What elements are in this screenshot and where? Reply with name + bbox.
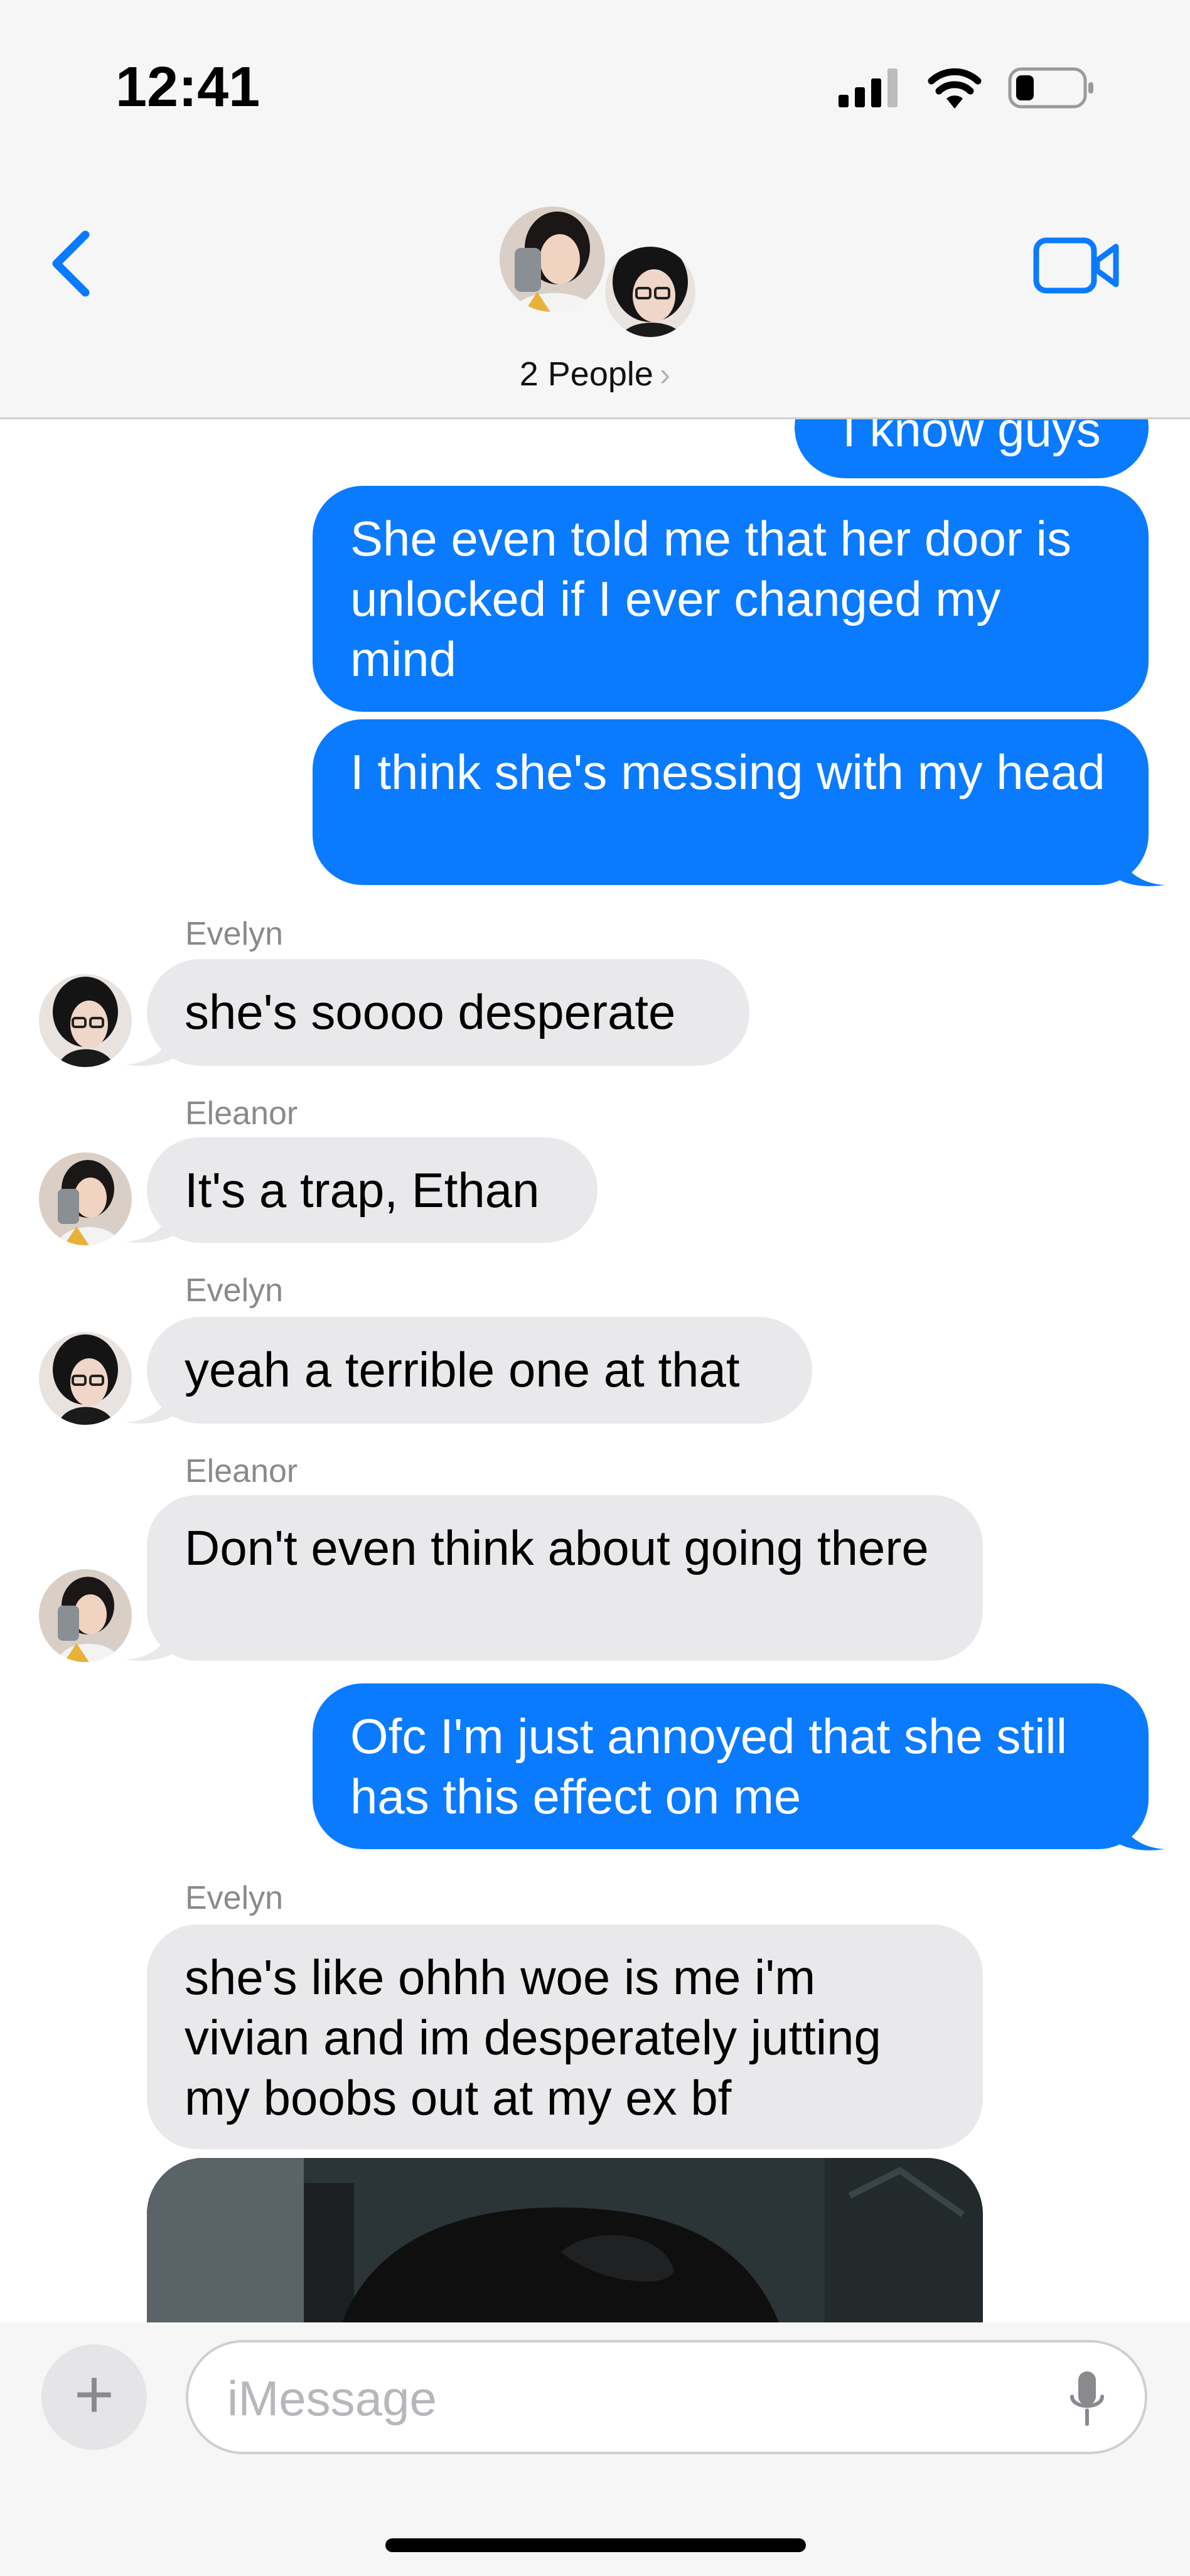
message-bubble-incoming[interactable]: she's soooo desperate	[147, 959, 749, 1066]
message-bubble-outgoing[interactable]: She even told me that her door is unlock…	[313, 486, 1149, 712]
message-text: Ofc I'm just annoyed that she still has …	[350, 1709, 1068, 1824]
people-count-label: 2 People	[519, 355, 653, 393]
message-input[interactable]: iMessage	[186, 2340, 1147, 2454]
sender-name: Eleanor	[185, 1095, 298, 1132]
back-chevron-icon[interactable]	[44, 226, 100, 301]
conversation-header: 12:41 2 People ›	[0, 0, 1190, 419]
sender-name: Evelyn	[185, 1272, 284, 1309]
message-bubble-outgoing[interactable]: Ofc I'm just annoyed that she still has …	[313, 1683, 1149, 1849]
sender-name: Evelyn	[185, 1880, 284, 1916]
wifi-icon	[928, 68, 982, 109]
group-avatars[interactable]	[496, 204, 703, 342]
bubble-tail	[1117, 1811, 1165, 1850]
message-text: she's like ohhh woe is me i'm vivian and…	[185, 1950, 881, 2125]
chevron-right-icon: ›	[659, 357, 671, 393]
message-text: She even told me that her door is unlock…	[350, 511, 1072, 687]
sender-name: Evelyn	[185, 916, 284, 952]
message-text: she's soooo desperate	[185, 984, 676, 1039]
photo-attachment[interactable]	[147, 2158, 983, 2346]
message-text: I think she's messing with my head	[350, 744, 1105, 800]
bubble-tail	[126, 1027, 173, 1066]
message-input-placeholder: iMessage	[227, 2371, 437, 2426]
message-text: It's a trap, Ethan	[185, 1162, 540, 1218]
avatar-eleanor[interactable]	[39, 1152, 132, 1245]
bubble-tail	[126, 1622, 173, 1661]
plus-icon: +	[73, 2356, 115, 2433]
message-text: yeah a terrible one at that	[185, 1342, 740, 1397]
message-bubble-incoming[interactable]: It's a trap, Ethan	[147, 1137, 598, 1243]
signal-icon	[839, 68, 898, 107]
message-bubble-incoming[interactable]: yeah a terrible one at that	[147, 1317, 812, 1424]
composer-bar: + iMessage	[0, 2322, 1190, 2576]
avatar-evelyn[interactable]	[39, 1332, 132, 1425]
home-indicator[interactable]	[385, 2538, 806, 2552]
bubble-tail	[126, 1385, 173, 1424]
message-text: Don't even think about going there	[185, 1520, 929, 1575]
message-bubble-outgoing[interactable]: I think she's messing with my head	[313, 719, 1149, 885]
group-people-label[interactable]: 2 People ›	[0, 355, 1190, 394]
sender-name: Eleanor	[185, 1453, 298, 1489]
video-camera-icon[interactable]	[1033, 235, 1121, 295]
status-time: 12:41	[115, 56, 260, 119]
avatar-evelyn[interactable]	[39, 974, 132, 1067]
plus-button[interactable]: +	[41, 2344, 147, 2450]
message-bubble-incoming[interactable]: Don't even think about going there	[147, 1495, 983, 1661]
avatar-eleanor[interactable]	[39, 1569, 132, 1662]
message-bubble-incoming[interactable]: she's like ohhh woe is me i'm vivian and…	[147, 1924, 983, 2149]
status-icons	[839, 63, 1096, 113]
bubble-tail	[126, 1204, 173, 1243]
bubble-tail	[1117, 847, 1165, 886]
microphone-icon[interactable]	[1068, 2370, 1106, 2428]
battery-icon	[1008, 67, 1093, 109]
